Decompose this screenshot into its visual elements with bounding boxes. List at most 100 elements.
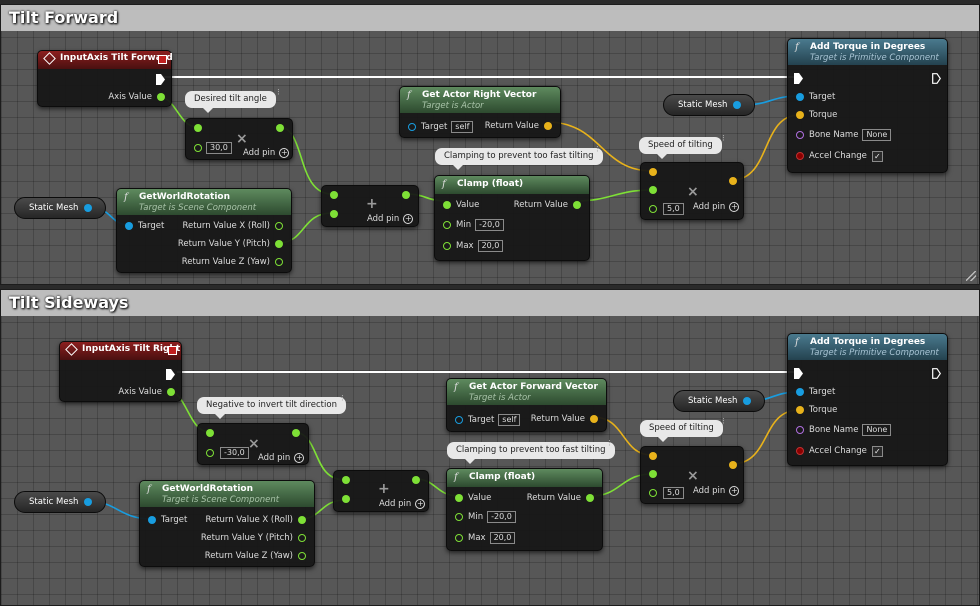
add-torque-in-degrees-node[interactable]: f Add Torque in Degrees Target is Primit… <box>787 333 948 466</box>
name-pin-icon[interactable] <box>796 426 804 434</box>
comment-bubble[interactable]: Speed of tilting <box>639 137 722 159</box>
clamp-float-node[interactable]: f Clamp (float) Value Return Value Min -2… <box>434 175 590 261</box>
multiply-node[interactable]: 30,0 × Add pin + <box>185 118 293 160</box>
speed-value-field[interactable]: 5,0 <box>663 487 684 499</box>
add-torque-in-degrees-node[interactable]: f Add Torque in Degrees Target is Primit… <box>787 38 948 173</box>
float-pin-icon[interactable] <box>167 388 175 396</box>
float-pin-icon[interactable] <box>649 205 657 213</box>
object-pin-icon[interactable] <box>743 397 752 405</box>
exec-pin-icon[interactable] <box>166 368 175 380</box>
float-pin-icon[interactable] <box>275 258 283 266</box>
bool-pin-icon[interactable] <box>796 447 804 455</box>
comment-bubble[interactable]: Negative to invert tilt direction <box>197 397 346 419</box>
multiply-speed-node[interactable]: 5,0 × Add pin + <box>640 446 744 504</box>
bone-name-field[interactable]: None <box>862 129 892 141</box>
multiply-speed-node[interactable]: 5,0 × Add pin + <box>640 162 744 220</box>
min-value-field[interactable]: -20,0 <box>487 511 516 523</box>
vector-pin-icon[interactable] <box>590 415 598 423</box>
float-pin-icon[interactable] <box>330 191 338 199</box>
object-pin-icon[interactable] <box>148 516 156 524</box>
bool-pin-icon[interactable] <box>796 152 804 160</box>
add-node[interactable]: + Add pin + <box>321 185 419 227</box>
delegate-pin-icon[interactable] <box>158 55 167 64</box>
float-pin-icon[interactable] <box>275 240 283 248</box>
exec-pin-icon[interactable] <box>156 73 165 85</box>
object-pin-icon[interactable] <box>796 93 804 101</box>
speed-value-field[interactable]: 5,0 <box>663 203 684 215</box>
float-pin-icon[interactable] <box>292 429 300 437</box>
float-pin-icon[interactable] <box>342 495 350 503</box>
float-pin-icon[interactable] <box>412 476 420 484</box>
pin-bubble-icon[interactable]: ⁝ <box>596 146 606 159</box>
float-pin-icon[interactable] <box>298 534 306 542</box>
get-world-rotation-node[interactable]: f GetWorldRotation Target is Scene Compo… <box>116 188 292 273</box>
self-value-field[interactable]: self <box>451 121 474 133</box>
float-pin-icon[interactable] <box>194 144 202 152</box>
object-pin-icon[interactable] <box>733 101 742 109</box>
name-pin-icon[interactable] <box>796 131 804 139</box>
float-pin-icon[interactable] <box>443 242 451 250</box>
min-value-field[interactable]: -20,0 <box>475 219 504 231</box>
vector-pin-icon[interactable] <box>796 111 804 119</box>
add-pin-button[interactable]: Add pin + <box>693 202 740 212</box>
float-pin-icon[interactable] <box>194 124 202 132</box>
float-pin-icon[interactable] <box>402 191 410 199</box>
float-pin-icon[interactable] <box>330 210 338 218</box>
comment-bubble[interactable]: Clamping to prevent too fast tilting <box>435 148 603 170</box>
exec-pin-icon[interactable] <box>794 72 803 84</box>
vector-pin-icon[interactable] <box>544 122 552 130</box>
object-pin-icon[interactable] <box>84 204 93 212</box>
float-pin-icon[interactable] <box>649 470 657 478</box>
static-mesh-variable[interactable]: Static Mesh <box>673 390 765 412</box>
max-value-field[interactable]: 20,0 <box>477 240 504 252</box>
vector-pin-icon[interactable] <box>649 168 657 176</box>
static-mesh-variable[interactable]: Static Mesh <box>663 94 755 116</box>
exec-pin-icon[interactable] <box>932 367 941 379</box>
comment-box-tilt-forward[interactable]: Tilt Forward InputAxis Tilt Forward Axis… <box>0 4 980 285</box>
object-pin-icon[interactable] <box>455 416 463 424</box>
pin-bubble-icon[interactable]: ⁝ <box>277 89 287 102</box>
accel-change-checkbox[interactable]: ✓ <box>871 445 883 457</box>
pin-bubble-icon[interactable]: ⁝ <box>608 440 618 453</box>
float-pin-icon[interactable] <box>206 429 214 437</box>
add-pin-button[interactable]: Add pin + <box>367 214 414 224</box>
float-pin-icon[interactable] <box>443 201 451 209</box>
float-pin-icon[interactable] <box>342 476 350 484</box>
float-pin-icon[interactable] <box>206 449 214 457</box>
angle-value-field[interactable]: -30,0 <box>220 447 249 459</box>
add-pin-button[interactable]: Add pin + <box>693 486 740 496</box>
float-pin-icon[interactable] <box>276 124 284 132</box>
float-pin-icon[interactable] <box>455 494 463 502</box>
comment-bubble[interactable]: Desired tilt angle <box>185 91 276 113</box>
input-axis-tilt-right-node[interactable]: InputAxis Tilt Right Axis Value <box>59 341 182 402</box>
float-pin-icon[interactable] <box>157 93 165 101</box>
float-pin-icon[interactable] <box>443 221 451 229</box>
float-pin-icon[interactable] <box>275 222 283 230</box>
vector-pin-icon[interactable] <box>729 461 737 469</box>
vector-pin-icon[interactable] <box>796 406 804 414</box>
float-pin-icon[interactable] <box>455 513 463 521</box>
vector-pin-icon[interactable] <box>729 177 737 185</box>
clamp-float-node[interactable]: f Clamp (float) Value Return Value Min -2… <box>446 468 603 551</box>
max-value-field[interactable]: 20,0 <box>489 532 516 544</box>
delegate-pin-icon[interactable] <box>168 346 177 355</box>
get-actor-right-vector-node[interactable]: f Get Actor Right Vector Target is Actor… <box>399 86 561 138</box>
pin-bubble-icon[interactable]: ⁝ <box>341 395 351 408</box>
multiply-node[interactable]: -30,0 × Add pin + <box>197 423 309 465</box>
add-pin-button[interactable]: Add pin + <box>379 499 426 509</box>
static-mesh-variable[interactable]: Static Mesh <box>14 491 106 513</box>
exec-pin-icon[interactable] <box>794 367 803 379</box>
float-pin-icon[interactable] <box>649 489 657 497</box>
accel-change-checkbox[interactable]: ✓ <box>871 150 883 162</box>
float-pin-icon[interactable] <box>586 494 594 502</box>
self-value-field[interactable]: self <box>498 414 521 426</box>
input-axis-tilt-forward-node[interactable]: InputAxis Tilt Forward Axis Value <box>37 50 173 107</box>
bone-name-field[interactable]: None <box>862 424 892 436</box>
pin-bubble-icon[interactable]: ⁝ <box>722 418 732 431</box>
float-pin-icon[interactable] <box>649 186 657 194</box>
object-pin-icon[interactable] <box>84 498 93 506</box>
vector-pin-icon[interactable] <box>649 452 657 460</box>
exec-pin-icon[interactable] <box>932 72 941 84</box>
object-pin-icon[interactable] <box>796 388 804 396</box>
add-pin-button[interactable]: Add pin + <box>243 148 290 158</box>
